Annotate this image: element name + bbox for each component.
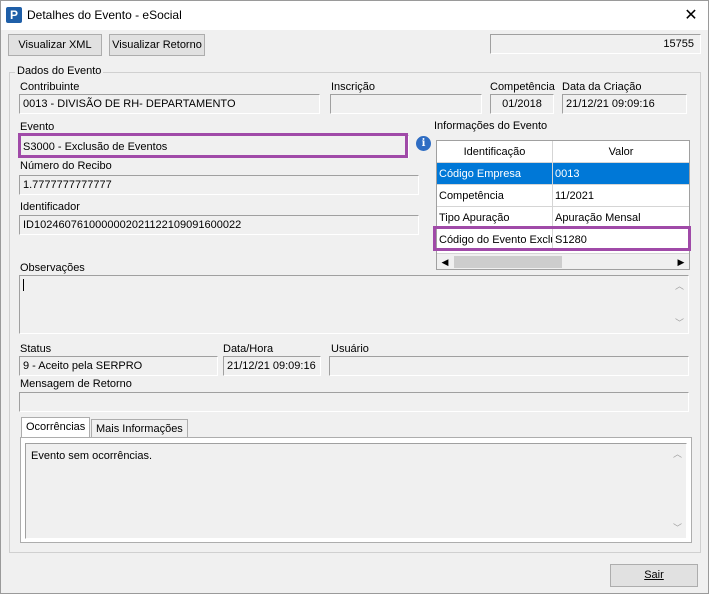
sair-label: Sair [644,569,664,581]
evento-highlight-box [18,133,408,158]
grid-cell-id: Competência [437,185,553,207]
grid-cell-id: Código Empresa [437,163,553,185]
usuario-label: Usuário [331,343,369,355]
identificador-field[interactable]: ID1024607610000002021122109091600022 [19,215,419,235]
competencia-field[interactable]: 01/2018 [490,94,554,114]
visualizar-xml-button[interactable]: Visualizar XML [8,34,102,56]
identificador-label: Identificador [20,201,80,213]
observacoes-field[interactable]: ︿ ﹀ [19,275,689,334]
sair-button[interactable]: Sair [610,564,698,587]
data-criacao-label: Data da Criação [562,81,642,93]
text-cursor [23,279,24,291]
visualizar-retorno-button[interactable]: Visualizar Retorno [109,34,205,56]
informacoes-label: Informações do Evento [434,120,548,132]
title-bar: P Detalhes do Evento - eSocial ✕ [1,1,708,30]
data-hora-field[interactable]: 21/12/21 09:09:16 [223,356,321,376]
inscricao-label: Inscrição [331,81,376,93]
ocorrencias-text: Evento sem ocorrências. [31,450,153,462]
scroll-left-icon[interactable]: ◀ [437,254,453,270]
group-title: Dados do Evento [15,65,104,77]
inscricao-field[interactable] [330,94,482,114]
mensagem-retorno-label: Mensagem de Retorno [20,378,132,390]
scroll-thumb[interactable] [454,256,562,268]
grid-cell-valor: 0013 [555,168,580,180]
grid-header-identificacao[interactable]: Identificação [437,141,553,163]
ocorrencias-field[interactable]: Evento sem ocorrências. ︿ ﹀ [25,443,687,539]
scroll-right-icon[interactable]: ▶ [673,254,689,270]
close-icon[interactable]: ✕ [674,1,708,30]
grid-header: Identificação Valor [437,141,689,163]
grid-horizontal-scrollbar[interactable]: ◀ ▶ [437,253,689,269]
tab-ocorrencias[interactable]: Ocorrências [21,417,91,439]
scroll-down-icon[interactable]: ﹀ [671,315,688,331]
codigo-evento-highlight-box [433,226,691,251]
contribuinte-field[interactable]: 0013 - DIVISÃO DE RH- DEPARTAMENTO [19,94,320,114]
observacoes-scrollbar[interactable]: ︿ ﹀ [671,276,688,333]
grid-cell-valor: 11/2021 [555,190,594,202]
contribuinte-label: Contribuinte [20,81,80,93]
status-label: Status [20,343,52,355]
event-id-field: 15755 [490,34,701,54]
data-criacao-field[interactable]: 21/12/21 09:09:16 [562,94,687,114]
app-logo-icon: P [6,7,22,23]
usuario-field[interactable] [329,356,689,376]
scroll-up-icon[interactable]: ︿ [671,278,688,294]
tab-panel-ocorrencias: Evento sem ocorrências. ︿ ﹀ [20,437,692,543]
window-title: Detalhes do Evento - eSocial [27,8,182,22]
grid-row[interactable]: Código Empresa 0013 [437,163,689,185]
grid-row[interactable]: Competência 11/2021 [437,185,689,207]
status-field[interactable]: 9 - Aceito pela SERPRO [19,356,218,376]
ocorrencias-scrollbar[interactable]: ︿ ﹀ [669,444,686,538]
data-hora-label: Data/Hora [223,343,274,355]
observacoes-label: Observações [20,262,85,274]
tab-mais-informacoes[interactable]: Mais Informações [91,419,188,439]
grid-header-valor[interactable]: Valor [553,141,689,163]
mensagem-retorno-field[interactable] [19,392,689,412]
event-details-window: P Detalhes do Evento - eSocial ✕ Visuali… [0,0,709,594]
scroll-down-icon[interactable]: ﹀ [669,520,686,536]
evento-label: Evento [20,121,55,133]
numero-recibo-field[interactable]: 1.7777777777777 [19,175,419,195]
numero-recibo-label: Número do Recibo [20,160,112,172]
info-icon[interactable]: i [416,136,431,151]
scroll-up-icon[interactable]: ︿ [669,446,686,462]
competencia-label: Competência [490,81,555,93]
